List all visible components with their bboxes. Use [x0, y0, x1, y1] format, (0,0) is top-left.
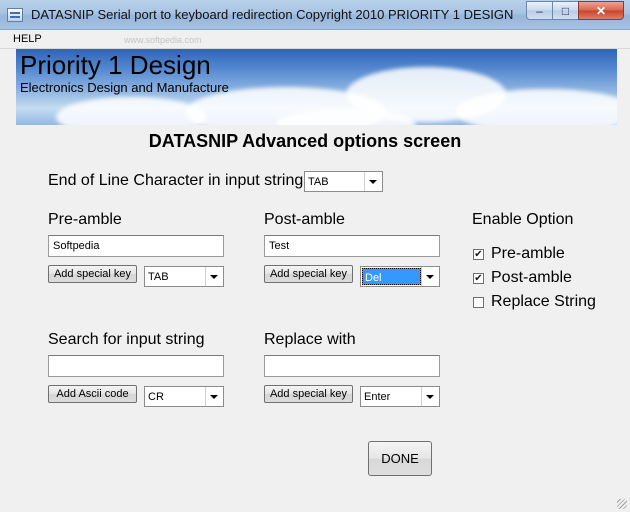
replace-string-checkbox[interactable] — [473, 297, 484, 308]
postamble-checkbox[interactable]: ✔ — [473, 273, 484, 284]
page-title: DATASNIP Advanced options screen — [148, 131, 462, 151]
replace-add-special-key-button[interactable]: Add special key — [264, 385, 353, 403]
preamble-checkbox-label: Pre-amble — [491, 245, 565, 262]
chevron-down-icon[interactable] — [205, 387, 223, 406]
preamble-checkbox[interactable]: ✔ — [473, 249, 484, 260]
cloud-shape — [56, 97, 206, 125]
postamble-label: Post-amble — [264, 211, 345, 228]
replace-string-checkbox-label: Replace String — [491, 293, 596, 310]
search-input[interactable] — [48, 355, 224, 377]
chevron-down-icon[interactable] — [364, 172, 382, 191]
maximize-icon: □ — [561, 3, 570, 18]
replace-label: Replace with — [264, 331, 356, 348]
menu-bar: HELP www.softpedia.com — [0, 30, 630, 49]
preamble-input[interactable] — [48, 235, 224, 257]
postamble-key-select[interactable]: Del — [360, 266, 440, 287]
postamble-add-special-key-button[interactable]: Add special key — [264, 265, 353, 283]
window-title: DATASNIP Serial port to keyboard redirec… — [31, 7, 514, 22]
postamble-checkbox-label: Post-amble — [491, 269, 572, 286]
menu-help[interactable]: HELP — [13, 33, 42, 45]
eol-label: End of Line Character in input string — [48, 172, 304, 189]
done-button[interactable]: DONE — [368, 441, 432, 476]
minimize-button[interactable]: – — [526, 1, 553, 20]
maximize-button[interactable]: □ — [552, 1, 579, 20]
search-ascii-select-value: CR — [148, 391, 164, 403]
postamble-input[interactable] — [264, 235, 440, 257]
preamble-label: Pre-amble — [48, 211, 122, 228]
app-icon — [7, 8, 23, 22]
preamble-key-select[interactable]: TAB — [144, 266, 224, 287]
preamble-add-special-key-button[interactable]: Add special key — [48, 265, 137, 283]
add-ascii-code-button[interactable]: Add Ascii code — [48, 385, 137, 403]
chevron-down-icon[interactable] — [421, 267, 439, 286]
banner-subtitle: Electronics Design and Manufacture — [20, 80, 229, 95]
company-banner: Priority 1 Design Electronics Design and… — [16, 49, 617, 125]
close-button[interactable]: ✕ — [578, 1, 624, 20]
watermark: www.softpedia.com — [124, 35, 202, 45]
postamble-key-select-value: Del — [362, 268, 421, 285]
preamble-key-select-value: TAB — [148, 271, 169, 283]
enable-option-label: Enable Option — [472, 211, 574, 228]
title-bar[interactable]: DATASNIP Serial port to keyboard redirec… — [0, 0, 630, 30]
close-icon: ✕ — [595, 3, 607, 18]
search-ascii-select[interactable]: CR — [144, 386, 224, 407]
eol-select[interactable]: TAB — [304, 171, 383, 192]
search-label: Search for input string — [48, 331, 205, 348]
replace-key-select-value: Enter — [364, 391, 391, 403]
banner-title: Priority 1 Design — [20, 50, 211, 80]
chevron-down-icon[interactable] — [421, 387, 439, 406]
chevron-down-icon[interactable] — [205, 267, 223, 286]
minimize-icon: – — [536, 3, 543, 18]
replace-key-select[interactable]: Enter — [360, 386, 440, 407]
eol-select-value: TAB — [308, 176, 329, 188]
resize-grip[interactable] — [617, 499, 627, 509]
replace-input[interactable] — [264, 355, 440, 377]
